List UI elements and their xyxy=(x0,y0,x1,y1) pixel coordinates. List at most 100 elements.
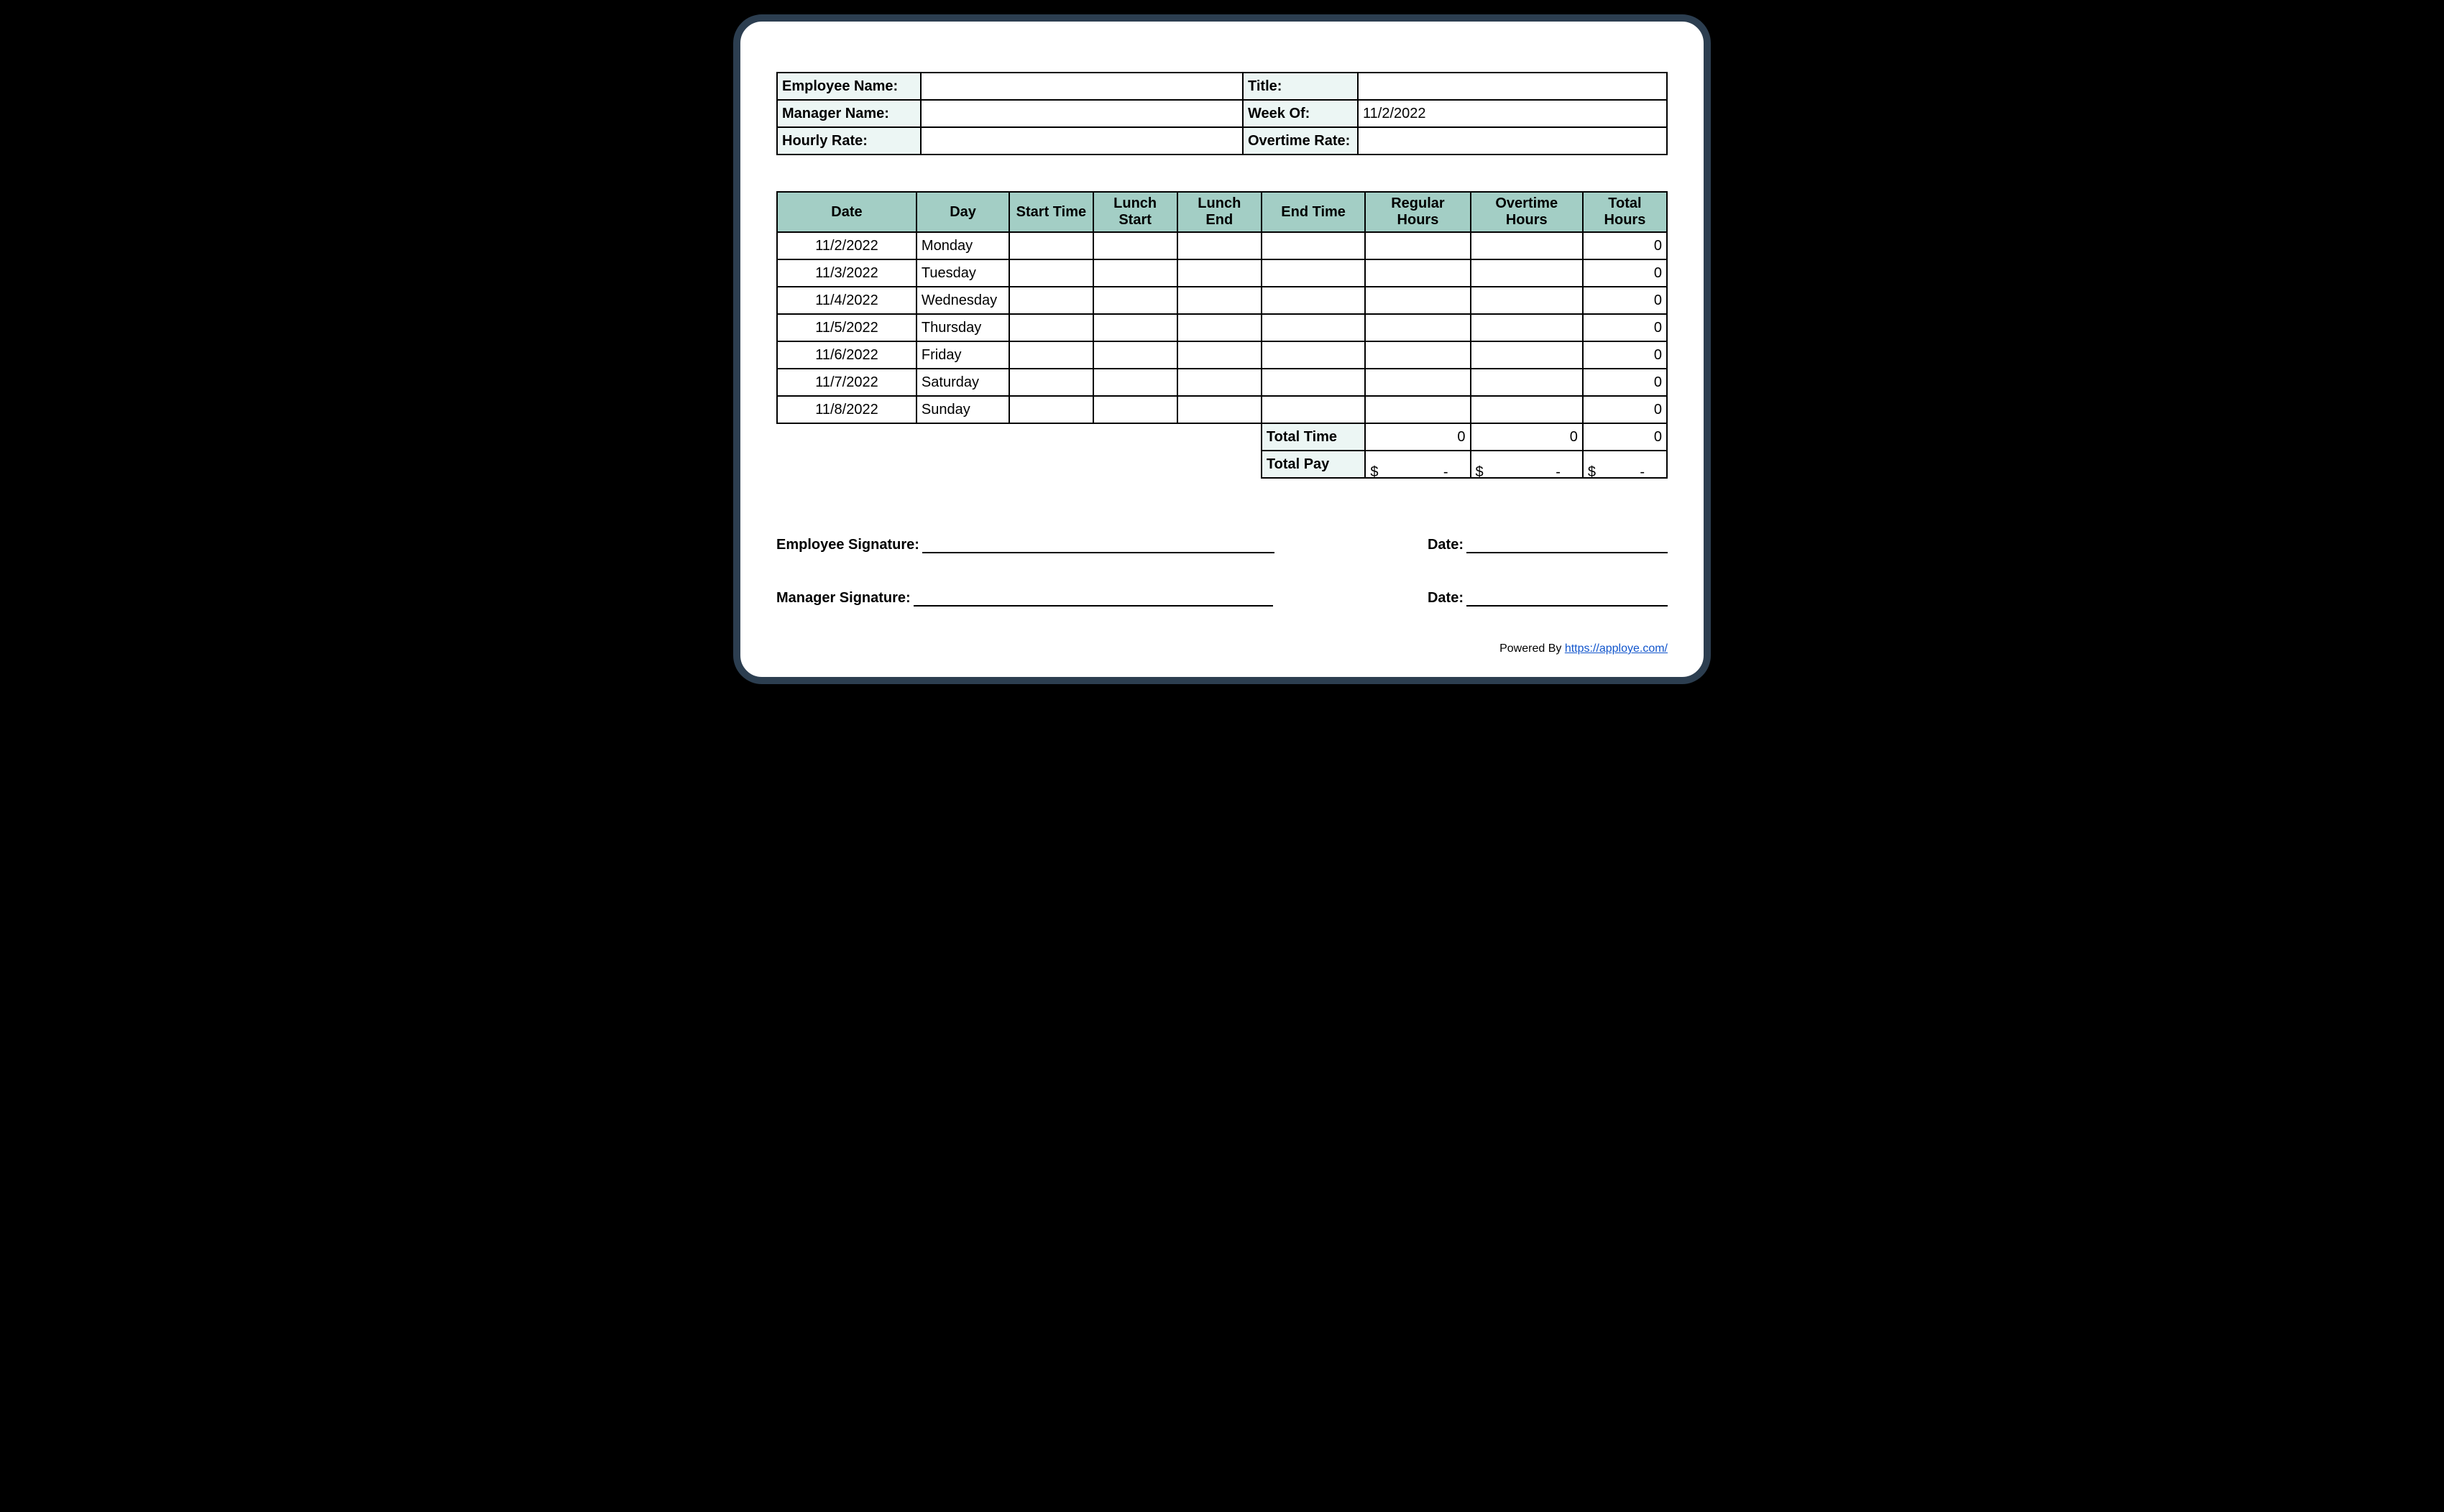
cell-ot[interactable] xyxy=(1471,369,1583,396)
cell-end[interactable] xyxy=(1262,259,1365,287)
title-label: Title: xyxy=(1243,73,1358,100)
cell-lunch-end[interactable] xyxy=(1177,396,1262,423)
cell-ot[interactable] xyxy=(1471,341,1583,369)
total-time-ot: 0 xyxy=(1471,423,1583,451)
cell-lunch-end[interactable] xyxy=(1177,341,1262,369)
cell-total: 0 xyxy=(1583,341,1667,369)
cell-lunch-end[interactable] xyxy=(1177,369,1262,396)
cell-day: Friday xyxy=(916,341,1009,369)
cell-day: Wednesday xyxy=(916,287,1009,314)
col-lunch-start: Lunch Start xyxy=(1093,192,1177,232)
cell-reg[interactable] xyxy=(1365,314,1470,341)
total-pay-reg: $ - xyxy=(1365,451,1470,478)
cell-lunch-end[interactable] xyxy=(1177,232,1262,259)
cell-end[interactable] xyxy=(1262,314,1365,341)
cell-date: 11/6/2022 xyxy=(777,341,916,369)
cell-start[interactable] xyxy=(1009,314,1093,341)
cell-lunch-start[interactable] xyxy=(1093,369,1177,396)
cell-lunch-start[interactable] xyxy=(1093,314,1177,341)
cell-end[interactable] xyxy=(1262,396,1365,423)
cell-lunch-start[interactable] xyxy=(1093,287,1177,314)
cell-day: Saturday xyxy=(916,369,1009,396)
cell-total: 0 xyxy=(1583,287,1667,314)
cell-lunch-end[interactable] xyxy=(1177,259,1262,287)
cell-end[interactable] xyxy=(1262,287,1365,314)
cell-start[interactable] xyxy=(1009,369,1093,396)
employee-date-label: Date: xyxy=(1428,537,1464,553)
table-row: 11/3/2022 Tuesday 0 xyxy=(777,259,1667,287)
cell-total: 0 xyxy=(1583,314,1667,341)
apploye-link[interactable]: https://apploye.com/ xyxy=(1565,642,1668,655)
total-time-row: Total Time 0 0 0 xyxy=(777,423,1667,451)
info-row-2: Manager Name: Week Of: 11/2/2022 xyxy=(777,100,1667,127)
col-end-time: End Time xyxy=(1262,192,1365,232)
signature-area: Employee Signature: Date: Manager Signat… xyxy=(776,536,1668,607)
cell-ot[interactable] xyxy=(1471,287,1583,314)
footer: Powered By https://apploye.com/ xyxy=(776,642,1668,655)
total-pay-total: $ - xyxy=(1583,451,1667,478)
cell-lunch-end[interactable] xyxy=(1177,314,1262,341)
manager-name-label: Manager Name: xyxy=(777,100,921,127)
cell-total: 0 xyxy=(1583,259,1667,287)
timesheet-table: Date Day Start Time Lunch Start Lunch En… xyxy=(776,191,1668,479)
cell-lunch-start[interactable] xyxy=(1093,396,1177,423)
cell-reg[interactable] xyxy=(1365,232,1470,259)
cell-day: Monday xyxy=(916,232,1009,259)
col-start-time: Start Time xyxy=(1009,192,1093,232)
cell-ot[interactable] xyxy=(1471,259,1583,287)
cell-start[interactable] xyxy=(1009,341,1093,369)
total-pay-row: Total Pay $ - $ - $ - xyxy=(777,451,1667,478)
total-time-reg: 0 xyxy=(1365,423,1470,451)
cell-start[interactable] xyxy=(1009,287,1093,314)
col-regular-hours: Regular Hours xyxy=(1365,192,1470,232)
employee-name-label: Employee Name: xyxy=(777,73,921,100)
manager-signature-label: Manager Signature: xyxy=(776,590,911,607)
powered-by-text: Powered By xyxy=(1499,642,1565,655)
employee-date-line[interactable] xyxy=(1466,536,1668,553)
employee-signature-row: Employee Signature: Date: xyxy=(776,536,1668,553)
cell-lunch-end[interactable] xyxy=(1177,287,1262,314)
hourly-rate-value[interactable] xyxy=(921,127,1243,155)
cell-day: Tuesday xyxy=(916,259,1009,287)
table-row: 11/2/2022 Monday 0 xyxy=(777,232,1667,259)
cell-end[interactable] xyxy=(1262,232,1365,259)
col-overtime-hours: Overtime Hours xyxy=(1471,192,1583,232)
cell-lunch-start[interactable] xyxy=(1093,259,1177,287)
col-lunch-end: Lunch End xyxy=(1177,192,1262,232)
manager-date-line[interactable] xyxy=(1466,589,1668,607)
total-pay-label: Total Pay xyxy=(1262,451,1365,478)
overtime-rate-value[interactable] xyxy=(1358,127,1667,155)
cell-ot[interactable] xyxy=(1471,396,1583,423)
manager-signature-row: Manager Signature: Date: xyxy=(776,589,1668,607)
cell-start[interactable] xyxy=(1009,396,1093,423)
employee-signature-label: Employee Signature: xyxy=(776,537,919,553)
week-of-value[interactable]: 11/2/2022 xyxy=(1358,100,1667,127)
info-table: Employee Name: Title: Manager Name: Week… xyxy=(776,72,1668,155)
manager-signature-line[interactable] xyxy=(914,589,1273,607)
manager-date-label: Date: xyxy=(1428,590,1464,607)
cell-ot[interactable] xyxy=(1471,314,1583,341)
cell-date: 11/4/2022 xyxy=(777,287,916,314)
info-row-3: Hourly Rate: Overtime Rate: xyxy=(777,127,1667,155)
table-row: 11/5/2022 Thursday 0 xyxy=(777,314,1667,341)
cell-reg[interactable] xyxy=(1365,259,1470,287)
cell-reg[interactable] xyxy=(1365,341,1470,369)
title-value[interactable] xyxy=(1358,73,1667,100)
cell-start[interactable] xyxy=(1009,259,1093,287)
cell-end[interactable] xyxy=(1262,341,1365,369)
manager-name-value[interactable] xyxy=(921,100,1243,127)
cell-lunch-start[interactable] xyxy=(1093,341,1177,369)
cell-date: 11/7/2022 xyxy=(777,369,916,396)
cell-lunch-start[interactable] xyxy=(1093,232,1177,259)
cell-end[interactable] xyxy=(1262,369,1365,396)
cell-total: 0 xyxy=(1583,369,1667,396)
total-pay-ot: $ - xyxy=(1471,451,1583,478)
cell-total: 0 xyxy=(1583,232,1667,259)
cell-reg[interactable] xyxy=(1365,287,1470,314)
cell-reg[interactable] xyxy=(1365,396,1470,423)
employee-name-value[interactable] xyxy=(921,73,1243,100)
employee-signature-line[interactable] xyxy=(922,536,1274,553)
cell-start[interactable] xyxy=(1009,232,1093,259)
cell-reg[interactable] xyxy=(1365,369,1470,396)
cell-ot[interactable] xyxy=(1471,232,1583,259)
